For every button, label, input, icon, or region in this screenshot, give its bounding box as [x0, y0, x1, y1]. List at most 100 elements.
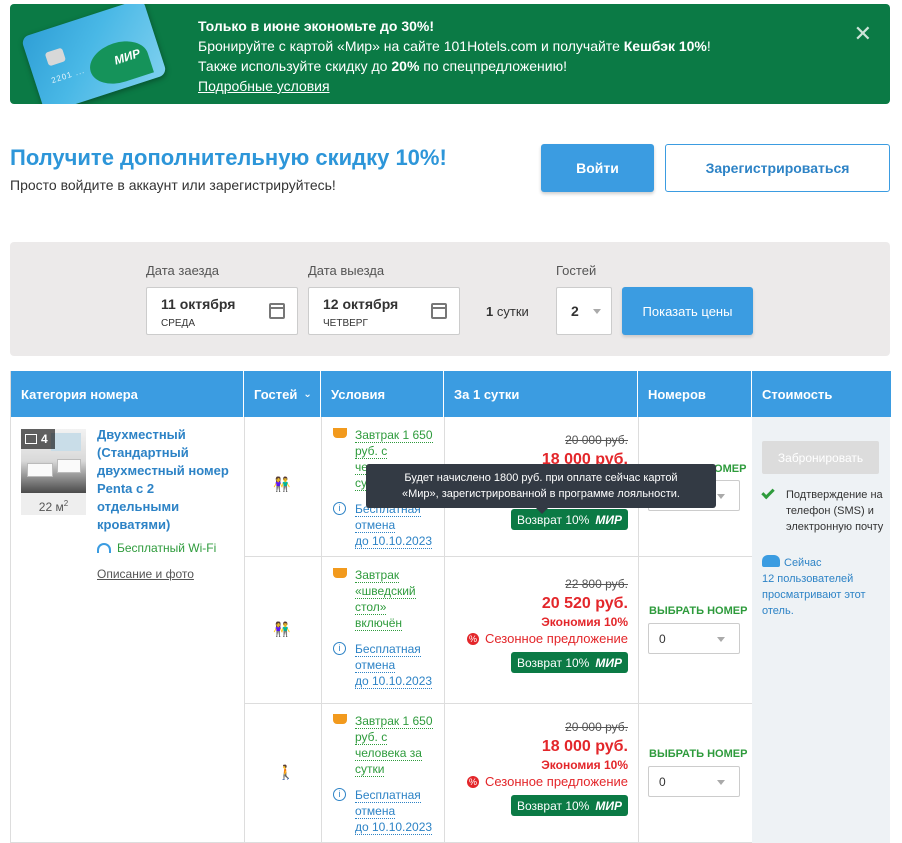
description-photo-link[interactable]: Описание и фото — [97, 567, 194, 581]
rooms-table: Категория номера Гостей ⌄ Условия За 1 су… — [10, 371, 891, 843]
viewers-note: Сейчас 12 пользователей просматривают это… — [762, 555, 866, 617]
search-panel: Дата заезда 11 октября СРЕДА Дата выезда… — [10, 242, 890, 356]
seasonal-offer[interactable]: % Сезонное предложение — [454, 774, 628, 789]
coffee-cup-icon — [333, 428, 347, 438]
chevron-down-icon — [717, 494, 725, 499]
card-chip — [44, 47, 67, 67]
promo-details-link[interactable]: Подробные условия — [198, 78, 330, 94]
table-header: Категория номера Гостей ⌄ Условия За 1 су… — [11, 371, 891, 417]
chevron-down-icon — [717, 637, 725, 642]
cashback-badge[interactable]: Возврат 10% МИР — [511, 795, 628, 816]
mir-logo: МИР — [595, 655, 622, 670]
offer-conditions: Завтрак «шведский стол» включён i Бесплат… — [333, 567, 433, 689]
mir-card-image: 2201 ... МИР — [20, 4, 168, 104]
wifi-feature: Бесплатный Wi-Fi — [97, 541, 216, 555]
checkout-date-field[interactable]: 12 октября ЧЕТВЕРГ — [308, 287, 460, 335]
checkin-date-field[interactable]: 11 октября СРЕДА — [146, 287, 298, 335]
guests-label: Гостей — [556, 263, 597, 278]
checkin-date: 11 октября — [161, 296, 236, 312]
login-button[interactable]: Войти — [541, 144, 654, 192]
image-icon — [25, 434, 37, 444]
booking-column: Забронировать Подтверждение на телефон (… — [752, 417, 890, 843]
two-persons-icon: 👫 — [273, 621, 291, 637]
room-photo[interactable]: 4 — [21, 429, 86, 493]
login-promo-title: Получите дополнительную скидку 10%! — [10, 145, 447, 170]
promo-banner: 2201 ... МИР Только в июне экономьте до … — [10, 4, 890, 104]
column-divider — [321, 417, 322, 842]
mir-logo: МИР — [595, 512, 622, 527]
cashback-badge[interactable]: Возврат 10% МИР — [511, 509, 628, 530]
cashback-tooltip: Будет начислено 1800 руб. при оплате сей… — [366, 464, 716, 514]
register-button[interactable]: Зарегистрироваться — [665, 144, 890, 192]
cashback-badge[interactable]: Возврат 10% МИР — [511, 652, 628, 673]
wifi-icon — [97, 543, 111, 553]
old-price: 22 800 руб. — [565, 577, 628, 591]
mir-logo: МИР — [595, 798, 622, 813]
guests-select[interactable]: 2 — [556, 287, 612, 335]
photo-bed — [27, 463, 53, 477]
checkout-date: 12 октября — [323, 296, 399, 312]
old-price: 20 000 руб. — [565, 433, 628, 447]
info-icon: i — [333, 642, 346, 655]
new-price: 18 000 руб. — [541, 738, 628, 755]
header-category: Категория номера — [11, 371, 244, 417]
percent-icon: % — [466, 632, 479, 645]
new-price: 20 520 руб. — [541, 595, 628, 612]
percent-icon: % — [466, 775, 479, 788]
checkin-day: СРЕДА — [161, 318, 196, 329]
promo-text: Только в июне экономьте до 30%! Бронируй… — [198, 16, 711, 96]
guests-value: 2 — [571, 303, 579, 319]
rooms-count-select[interactable]: 0 — [648, 766, 740, 797]
old-price: 20 000 руб. — [565, 720, 628, 734]
checkout-label: Дата выезда — [308, 263, 385, 278]
promo-headline: Только в июне экономьте до 30%! — [198, 18, 435, 34]
row-divider — [244, 556, 752, 557]
chevron-down-icon — [593, 309, 601, 314]
two-persons-icon: 👫 — [273, 476, 291, 492]
header-per-night: За 1 сутки — [444, 371, 638, 417]
economy-label: Экономия 10% — [541, 615, 628, 629]
book-button[interactable]: Забронировать — [762, 441, 879, 474]
header-guests[interactable]: Гостей ⌄ — [244, 371, 321, 417]
show-prices-button[interactable]: Показать цены — [622, 287, 753, 335]
nights-count: 1 сутки — [486, 304, 529, 319]
confirmation-note: Подтверждение на телефон (SMS) и электро… — [761, 485, 884, 535]
photo-count-badge: 4 — [21, 429, 55, 449]
offer-price: 22 800 руб. 20 520 руб. Экономия 10% % Се… — [454, 577, 628, 673]
cancel-condition[interactable]: Бесплатная отмена — [355, 788, 421, 819]
photo-bed — [57, 459, 81, 473]
column-divider — [244, 417, 245, 842]
offer-price: 20 000 руб. 18 000 руб. Экономия 10% % Се… — [454, 720, 628, 816]
close-icon[interactable]: ✕ — [854, 23, 872, 45]
chevron-down-icon: ⌄ — [303, 388, 312, 400]
breakfast-condition[interactable]: Завтрак 1 650 руб. с человека за сутки — [355, 714, 433, 777]
people-icon — [762, 555, 780, 567]
chevron-down-icon — [717, 780, 725, 785]
choose-room-label: ВЫБРАТЬ НОМЕР — [649, 748, 748, 760]
economy-label: Экономия 10% — [541, 758, 628, 772]
rooms-count-select[interactable]: 0 — [648, 623, 740, 654]
promo-line-3: Также используйте скидку до 20% по спецп… — [198, 58, 568, 74]
choose-room-label: ВЫБРАТЬ НОМЕР — [649, 605, 748, 617]
calendar-icon — [269, 303, 285, 319]
coffee-cup-icon — [333, 714, 347, 724]
header-rooms: Номеров — [638, 371, 752, 417]
info-icon: i — [333, 502, 346, 515]
one-person-icon: 🚶 — [277, 764, 295, 780]
seasonal-offer[interactable]: % Сезонное предложение — [454, 631, 628, 646]
room-area: 22 м2 — [21, 493, 86, 515]
checkin-label: Дата заезда — [146, 263, 220, 278]
cancel-condition[interactable]: Бесплатная отмена — [355, 642, 421, 673]
header-cost: Стоимость — [762, 386, 833, 402]
card-number: 2201 ... — [50, 65, 86, 86]
login-promo-subtitle: Просто войдите в аккаунт или зарегистрир… — [10, 177, 336, 193]
coffee-cup-icon — [333, 568, 347, 578]
info-icon: i — [333, 788, 346, 801]
promo-line-2: Бронируйте с картой «Мир» на сайте 101Ho… — [198, 38, 711, 54]
room-name-link[interactable]: Двухместный (Стандартный двухместный ном… — [97, 426, 237, 534]
row-divider — [244, 703, 752, 704]
header-conditions: Условия — [321, 371, 444, 417]
breakfast-condition[interactable]: Завтрак «шведский стол» включён — [355, 568, 416, 631]
offer-conditions: Завтрак 1 650 руб. с человека за сутки i… — [333, 713, 433, 835]
checkout-day: ЧЕТВЕРГ — [323, 318, 368, 329]
